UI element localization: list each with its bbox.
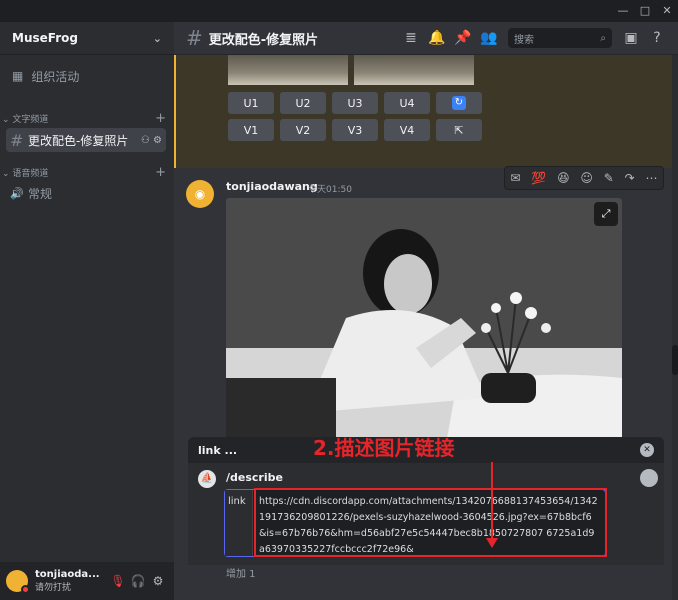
window-titlebar: — □ ✕ bbox=[0, 0, 678, 22]
pin-icon[interactable]: 📌 bbox=[450, 30, 476, 46]
previous-message: U1 U2 U3 U4 ↻ V1 V2 V3 V4 ⇱ bbox=[174, 55, 672, 168]
maximize-icon[interactable]: □ bbox=[634, 0, 656, 22]
photo-illustration bbox=[226, 198, 622, 444]
voice-category-label: 语音频道 bbox=[12, 168, 49, 179]
command-name: /describe bbox=[226, 471, 283, 484]
avatar[interactable] bbox=[6, 570, 30, 594]
forward-icon[interactable]: ↷ bbox=[625, 171, 635, 185]
add-more-option[interactable]: 增加 1 bbox=[226, 565, 256, 580]
v2-button[interactable]: V2 bbox=[280, 119, 326, 141]
scrollbar[interactable] bbox=[672, 55, 678, 600]
gear-icon[interactable]: ⚙ bbox=[153, 135, 162, 146]
more-icon[interactable]: ⋯ bbox=[646, 171, 658, 185]
message-timestamp: 今天01:50 bbox=[308, 185, 352, 195]
text-category[interactable]: ⌄ 文字频道 + bbox=[0, 110, 174, 126]
annotation-arrowhead bbox=[486, 538, 498, 548]
u2-button[interactable]: U2 bbox=[280, 92, 326, 114]
username: tonjiaoda... bbox=[35, 569, 100, 580]
v3-button[interactable]: V3 bbox=[332, 119, 378, 141]
add-channel-icon[interactable]: + bbox=[155, 111, 166, 126]
u1-button[interactable]: U1 bbox=[228, 92, 274, 114]
channel-item-active[interactable]: # 更改配色-修复照片 ⚇ ⚙ bbox=[6, 128, 166, 152]
members-icon[interactable]: 👥 bbox=[476, 30, 502, 46]
bot-icon: ⛵ bbox=[198, 470, 216, 488]
bell-icon[interactable]: 🔔 bbox=[424, 30, 450, 46]
attached-photo[interactable]: ⤢ bbox=[226, 198, 622, 444]
emoji-icon[interactable] bbox=[640, 469, 658, 487]
user-status: 请勿打扰 bbox=[35, 583, 72, 593]
channel-header: # 更改配色-修复照片 ≣ 🔔 📌 👥 搜索 ⌕ ▣ ? bbox=[174, 22, 678, 55]
channel-title: 更改配色-修复照片 bbox=[208, 32, 319, 48]
image-thumbnail[interactable] bbox=[354, 55, 474, 85]
add-member-icon[interactable]: ⚇ bbox=[141, 135, 150, 146]
option-header-label: link ... bbox=[198, 443, 238, 457]
add-reaction-icon[interactable]: ☺ bbox=[580, 171, 593, 185]
annotation-box bbox=[254, 488, 607, 557]
external-link-icon: ⇱ bbox=[454, 123, 464, 137]
annotation-text: 2.描述图片链接 bbox=[313, 436, 455, 460]
u4-button[interactable]: U4 bbox=[384, 92, 430, 114]
smile-icon[interactable]: 😆 bbox=[557, 171, 570, 185]
channel-name: 更改配色-修复照片 bbox=[28, 133, 129, 148]
headphones-icon[interactable]: 🎧 bbox=[128, 574, 148, 588]
edit-icon[interactable]: ✎ bbox=[604, 171, 614, 185]
chevron-down-icon: ⌄ bbox=[2, 114, 10, 125]
annotation-arrow bbox=[491, 462, 493, 540]
add-channel-icon[interactable]: + bbox=[155, 165, 166, 180]
voice-channel-name: 常规 bbox=[28, 186, 53, 201]
close-icon[interactable]: ✕ bbox=[656, 0, 678, 22]
param-label: link bbox=[225, 490, 253, 556]
search-input[interactable]: 搜索 ⌕ bbox=[508, 28, 612, 48]
image-thumbnail[interactable] bbox=[228, 55, 348, 85]
server-header[interactable]: MuseFrog ⌄ bbox=[0, 22, 174, 55]
search-icon: ⌕ bbox=[600, 32, 606, 44]
gear-icon[interactable]: ⚙ bbox=[148, 574, 168, 588]
scroll-thumb[interactable] bbox=[672, 345, 678, 375]
voice-channel-item[interactable]: 🔊 常规 bbox=[6, 181, 166, 205]
u3-button[interactable]: U3 bbox=[332, 92, 378, 114]
expand-icon[interactable]: ⤢ bbox=[594, 202, 618, 226]
v1-button[interactable]: V1 bbox=[228, 119, 274, 141]
help-icon[interactable]: ? bbox=[644, 30, 670, 46]
message-author[interactable]: tonjiaodawang bbox=[226, 180, 318, 193]
voice-category[interactable]: ⌄ 语音频道 + bbox=[0, 164, 174, 180]
mail-icon[interactable]: ✉ bbox=[510, 171, 520, 185]
threads-icon[interactable]: ≣ bbox=[398, 30, 424, 46]
speaker-icon: 🔊 bbox=[10, 186, 24, 200]
chevron-down-icon[interactable]: ⌄ bbox=[153, 32, 162, 45]
inbox-icon[interactable]: ▣ bbox=[618, 30, 644, 46]
chevron-down-icon: ⌄ bbox=[2, 168, 10, 179]
close-icon[interactable]: ✕ bbox=[640, 443, 654, 457]
calendar-icon: ▦ bbox=[12, 69, 24, 83]
user-panel: tonjiaoda... 请勿打扰 🎙 🎧 ⚙ bbox=[0, 562, 174, 600]
minimize-icon[interactable]: — bbox=[612, 0, 634, 22]
v4-button[interactable]: V4 bbox=[384, 119, 430, 141]
reroll-icon: ↻ bbox=[452, 96, 466, 110]
mic-muted-icon[interactable]: 🎙 bbox=[108, 574, 128, 588]
message-toolbar: ✉ 💯 😆 ☺ ✎ ↷ ⋯ bbox=[504, 166, 664, 190]
server-name: MuseFrog bbox=[12, 31, 78, 45]
hash-icon: # bbox=[10, 130, 24, 150]
dnd-status-icon bbox=[21, 585, 30, 594]
search-placeholder: 搜索 bbox=[514, 34, 534, 46]
open-link-button[interactable]: ⇱ bbox=[436, 119, 482, 141]
events-label: 组织活动 bbox=[31, 69, 80, 84]
reroll-button[interactable]: ↻ bbox=[436, 92, 482, 114]
reaction-icon[interactable]: 💯 bbox=[531, 171, 546, 185]
avatar[interactable]: ◉ bbox=[186, 180, 214, 208]
server-sidebar: MuseFrog ⌄ ▦ 组织活动 ⌄ 文字频道 + # 更改配色-修复照片 ⚇… bbox=[0, 22, 174, 600]
hash-icon: # bbox=[186, 26, 203, 50]
events-item[interactable]: ▦ 组织活动 bbox=[8, 64, 166, 88]
text-category-label: 文字频道 bbox=[12, 114, 49, 125]
